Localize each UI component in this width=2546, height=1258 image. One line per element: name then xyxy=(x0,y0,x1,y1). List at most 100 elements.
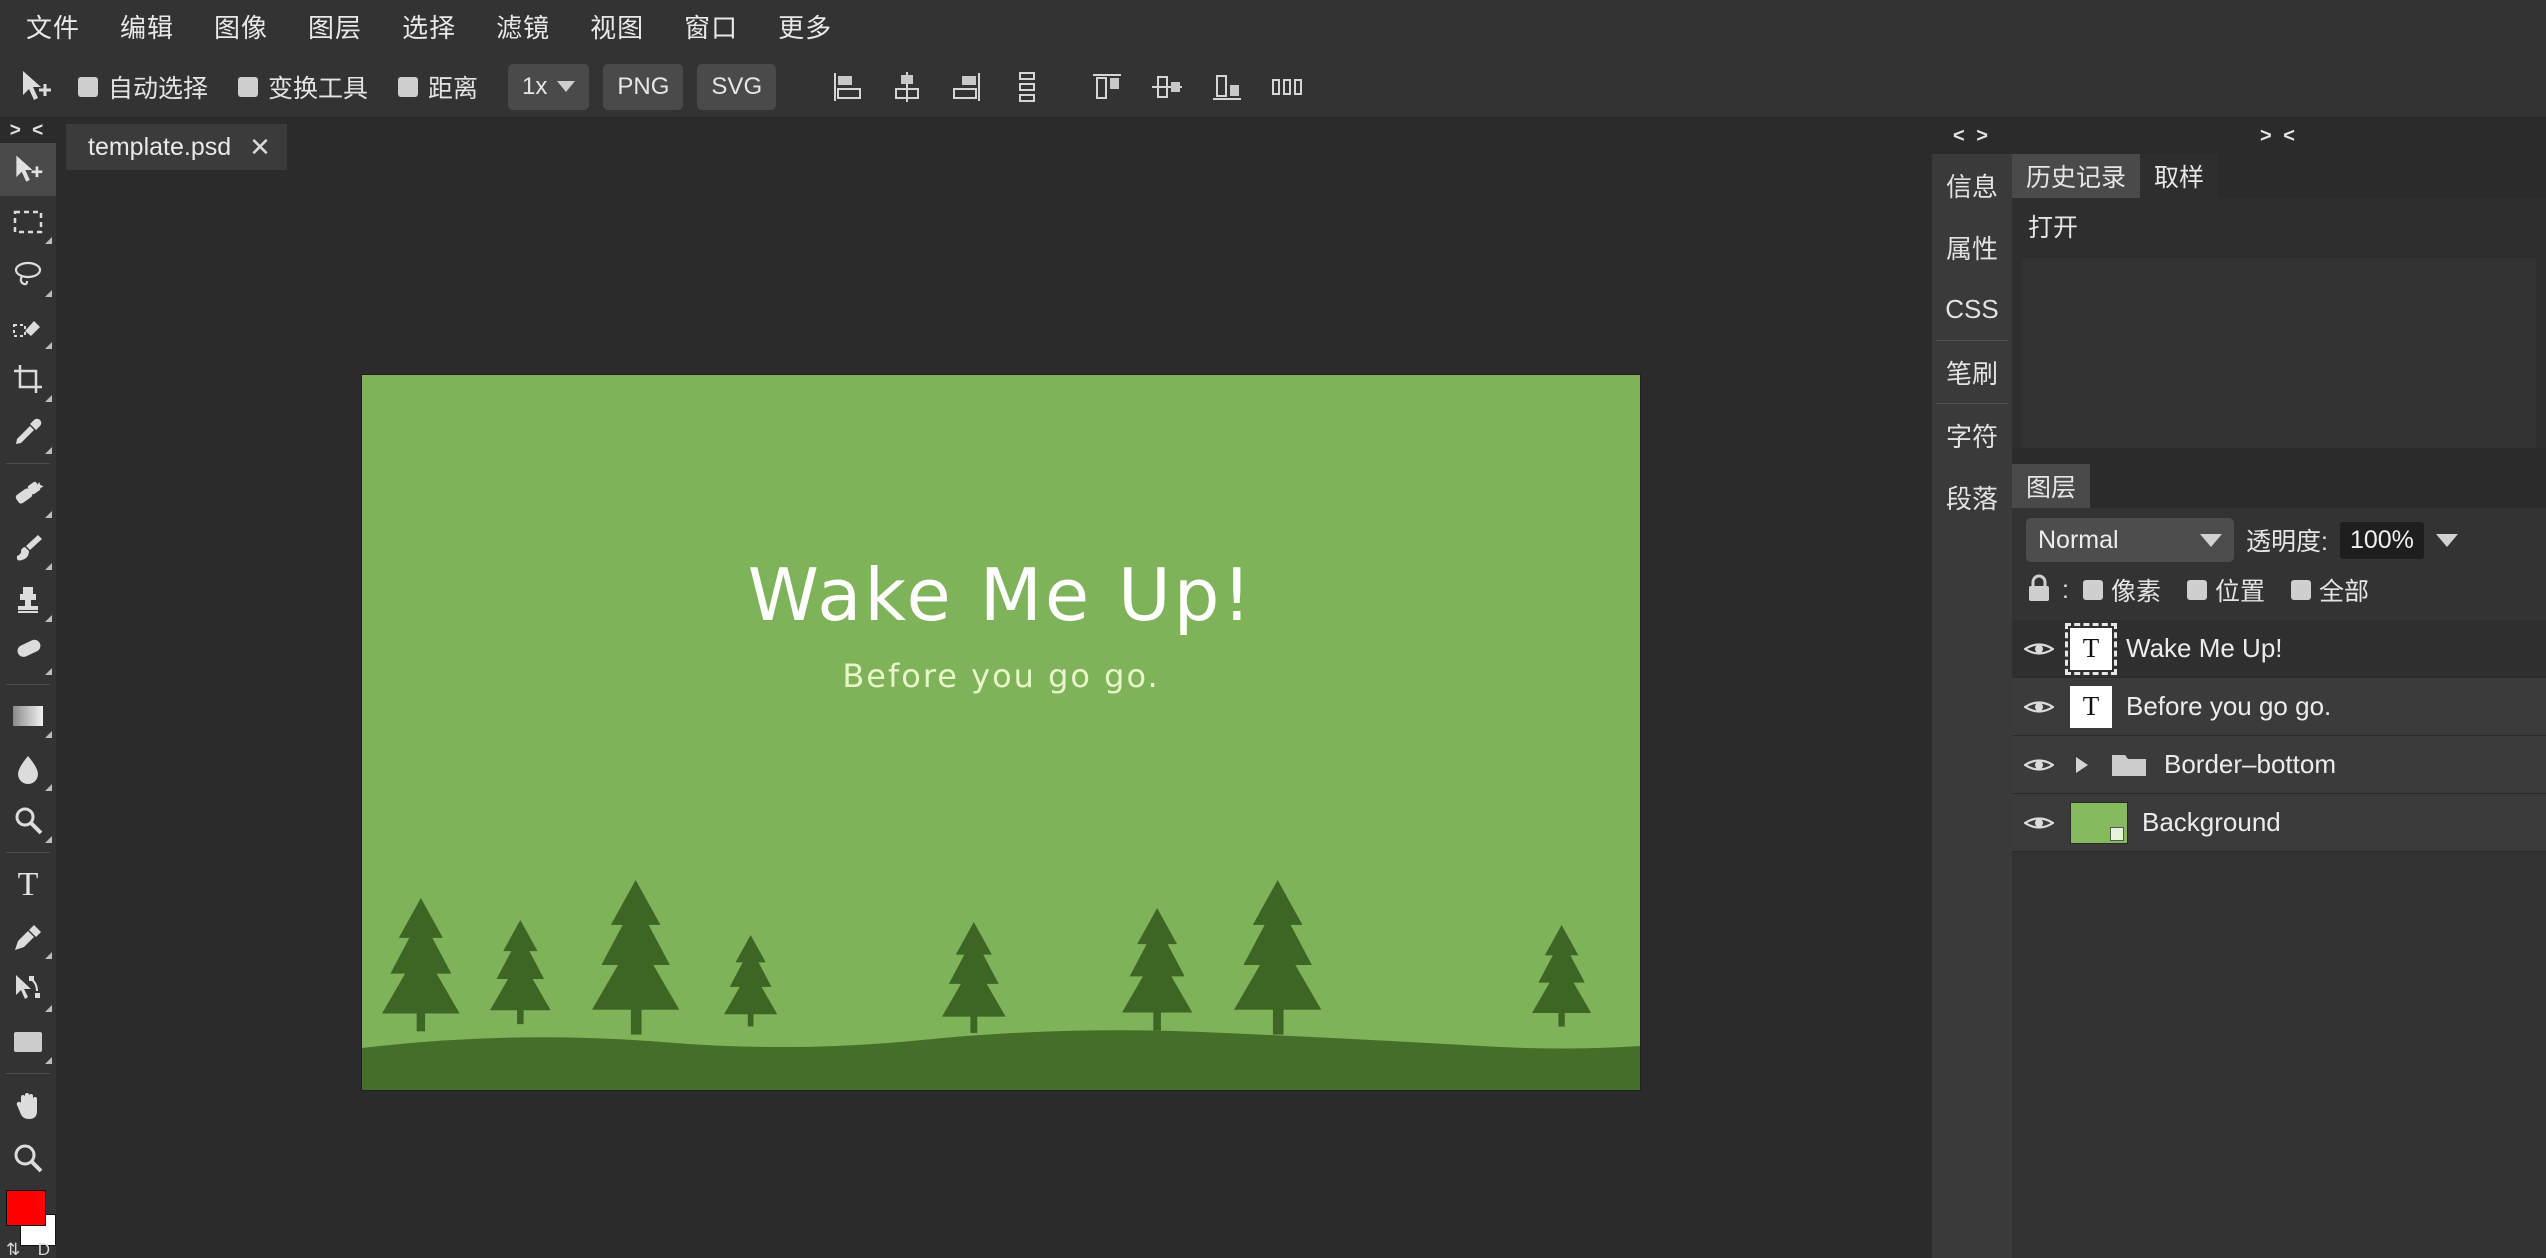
rail-tab-info[interactable]: 信息 xyxy=(1932,154,2012,216)
align-left-icon[interactable] xyxy=(824,65,870,109)
tab-layers[interactable]: 图层 xyxy=(2012,464,2091,508)
rail-tab-css[interactable]: CSS xyxy=(1932,278,2012,340)
layer-row-before-you-go-go[interactable]: T Before you go go. xyxy=(2012,678,2546,736)
quick-selection-tool[interactable] xyxy=(0,301,56,353)
expand-group-arrow-icon[interactable] xyxy=(2070,755,2094,775)
distance-checkbox[interactable]: 距离 xyxy=(398,69,478,105)
toolbar-collapse-button[interactable]: > < xyxy=(0,118,56,144)
dodge-tool[interactable] xyxy=(0,795,56,847)
canvas-title-text[interactable]: Wake Me Up! xyxy=(362,553,1640,637)
layer-name: Before you go go. xyxy=(2126,691,2332,721)
brush-tool[interactable] xyxy=(0,522,56,574)
eyedropper-tool[interactable] xyxy=(0,406,56,458)
eye-icon[interactable] xyxy=(2022,697,2056,717)
zoom-tool[interactable] xyxy=(0,1132,56,1184)
transform-tool-box[interactable] xyxy=(238,76,259,97)
export-svg-button[interactable]: SVG xyxy=(697,63,777,110)
eye-icon[interactable] xyxy=(2022,813,2056,833)
rail-tab-brushes[interactable]: 笔刷 xyxy=(1932,341,2012,403)
layer-thumbnail-background[interactable] xyxy=(2070,801,2128,844)
path-selection-tool[interactable] xyxy=(0,963,56,1015)
menu-select[interactable]: 选择 xyxy=(386,9,472,47)
blur-tool[interactable] xyxy=(0,742,56,794)
layer-thumbnail-text[interactable]: T xyxy=(2070,685,2112,728)
gradient-tool[interactable] xyxy=(0,690,56,742)
foreground-color-swatch[interactable] xyxy=(6,1190,46,1227)
tool-expand-corner xyxy=(45,510,52,518)
scale-dropdown[interactable]: 1x xyxy=(508,63,590,110)
pen-tool[interactable] xyxy=(0,911,56,963)
eye-icon[interactable] xyxy=(2022,639,2056,659)
layer-thumbnail-text[interactable]: T xyxy=(2065,622,2117,675)
canvas-subtitle-text[interactable]: Before you go go. xyxy=(362,657,1640,695)
lock-position-box[interactable] xyxy=(2186,580,2207,600)
rail-tab-properties[interactable]: 属性 xyxy=(1932,216,2012,278)
menu-image[interactable]: 图像 xyxy=(198,9,284,47)
crop-tool[interactable] xyxy=(0,353,56,405)
swap-colors-icon[interactable]: ⇅ xyxy=(6,1240,20,1258)
layer-row-border-bottom[interactable]: Border–bottom xyxy=(2012,736,2546,794)
menu-window[interactable]: 窗口 xyxy=(668,9,754,47)
rectangular-marquee-tool[interactable] xyxy=(0,196,56,248)
right-panel-collapse-button[interactable]: > < xyxy=(2012,118,2546,154)
menu-view[interactable]: 视图 xyxy=(574,9,660,47)
document-tab-label: template.psd xyxy=(88,132,232,161)
menu-filter[interactable]: 滤镜 xyxy=(480,9,566,47)
rail-tab-character[interactable]: 字符 xyxy=(1932,404,2012,466)
history-list-area[interactable] xyxy=(2022,258,2536,448)
lock-pixels-box[interactable] xyxy=(2082,580,2103,600)
lasso-tool[interactable] xyxy=(0,248,56,300)
lock-position-checkbox[interactable]: 位置 xyxy=(2186,572,2265,608)
healing-brush-tool[interactable] xyxy=(0,469,56,521)
eye-icon[interactable] xyxy=(2022,755,2056,775)
history-entry-open[interactable]: 打开 xyxy=(2012,198,2546,254)
align-top-icon[interactable] xyxy=(1084,65,1130,109)
tab-history[interactable]: 历史记录 xyxy=(2012,154,2141,198)
distribute-vertical-icon[interactable] xyxy=(1004,65,1050,109)
hand-tool[interactable] xyxy=(0,1079,56,1131)
align-bottom-icon[interactable] xyxy=(1204,65,1250,109)
opacity-input[interactable]: 100% xyxy=(2339,521,2424,559)
distribute-horizontal-icon[interactable] xyxy=(1264,65,1310,109)
lock-all-checkbox[interactable]: 全部 xyxy=(2290,572,2369,608)
menu-file[interactable]: 文件 xyxy=(10,9,96,47)
default-colors-icon[interactable]: D xyxy=(38,1240,50,1258)
rail-tab-paragraph[interactable]: 段落 xyxy=(1932,466,2012,528)
rectangle-shape-tool[interactable] xyxy=(0,1016,56,1068)
close-icon[interactable]: ✕ xyxy=(249,134,271,160)
lock-pixels-checkbox[interactable]: 像素 xyxy=(2082,572,2161,608)
swatch-controls: ⇅ D xyxy=(0,1240,56,1258)
export-png-button[interactable]: PNG xyxy=(603,63,684,110)
auto-select-box[interactable] xyxy=(78,76,98,97)
clone-stamp-tool[interactable] xyxy=(0,574,56,626)
lock-all-box[interactable] xyxy=(2290,580,2311,600)
color-swatches[interactable]: ⇅ D xyxy=(0,1190,56,1258)
menu-more[interactable]: 更多 xyxy=(762,9,848,47)
type-tool[interactable]: T xyxy=(0,858,56,910)
canvas-area[interactable]: Wake Me Up! Before you go go. xyxy=(56,170,1932,1258)
artboard[interactable]: Wake Me Up! Before you go go. xyxy=(361,374,1641,1091)
history-panel-body: 打开 xyxy=(2012,198,2546,448)
tool-expand-corner xyxy=(45,615,52,623)
distance-box[interactable] xyxy=(398,76,419,97)
move-tool-icon xyxy=(12,65,60,109)
layer-row-wake-me-up[interactable]: T Wake Me Up! xyxy=(2012,620,2546,678)
opacity-chevron-down-icon[interactable] xyxy=(2435,533,2458,547)
document-tab-template-psd[interactable]: template.psd ✕ xyxy=(66,124,287,170)
eraser-tool[interactable] xyxy=(0,626,56,678)
align-center-horizontal-icon[interactable] xyxy=(884,65,930,109)
blend-mode-dropdown[interactable]: Normal xyxy=(2026,518,2234,562)
tab-samples[interactable]: 取样 xyxy=(2140,154,2219,198)
move-tool[interactable] xyxy=(0,143,56,196)
menu-edit[interactable]: 编辑 xyxy=(104,9,190,47)
tool-expand-corner xyxy=(45,667,52,675)
tool-expand-corner xyxy=(45,237,52,245)
layer-row-background[interactable]: Background xyxy=(2012,794,2546,852)
align-middle-vertical-icon[interactable] xyxy=(1144,65,1190,109)
toolbar-divider-4 xyxy=(6,1073,50,1075)
auto-select-checkbox[interactable]: 自动选择 xyxy=(78,69,208,105)
align-right-icon[interactable] xyxy=(944,65,990,109)
menu-layer[interactable]: 图层 xyxy=(292,9,378,47)
transform-tool-checkbox[interactable]: 变换工具 xyxy=(238,69,368,105)
rail-collapse-button[interactable]: < > xyxy=(1932,118,2012,154)
